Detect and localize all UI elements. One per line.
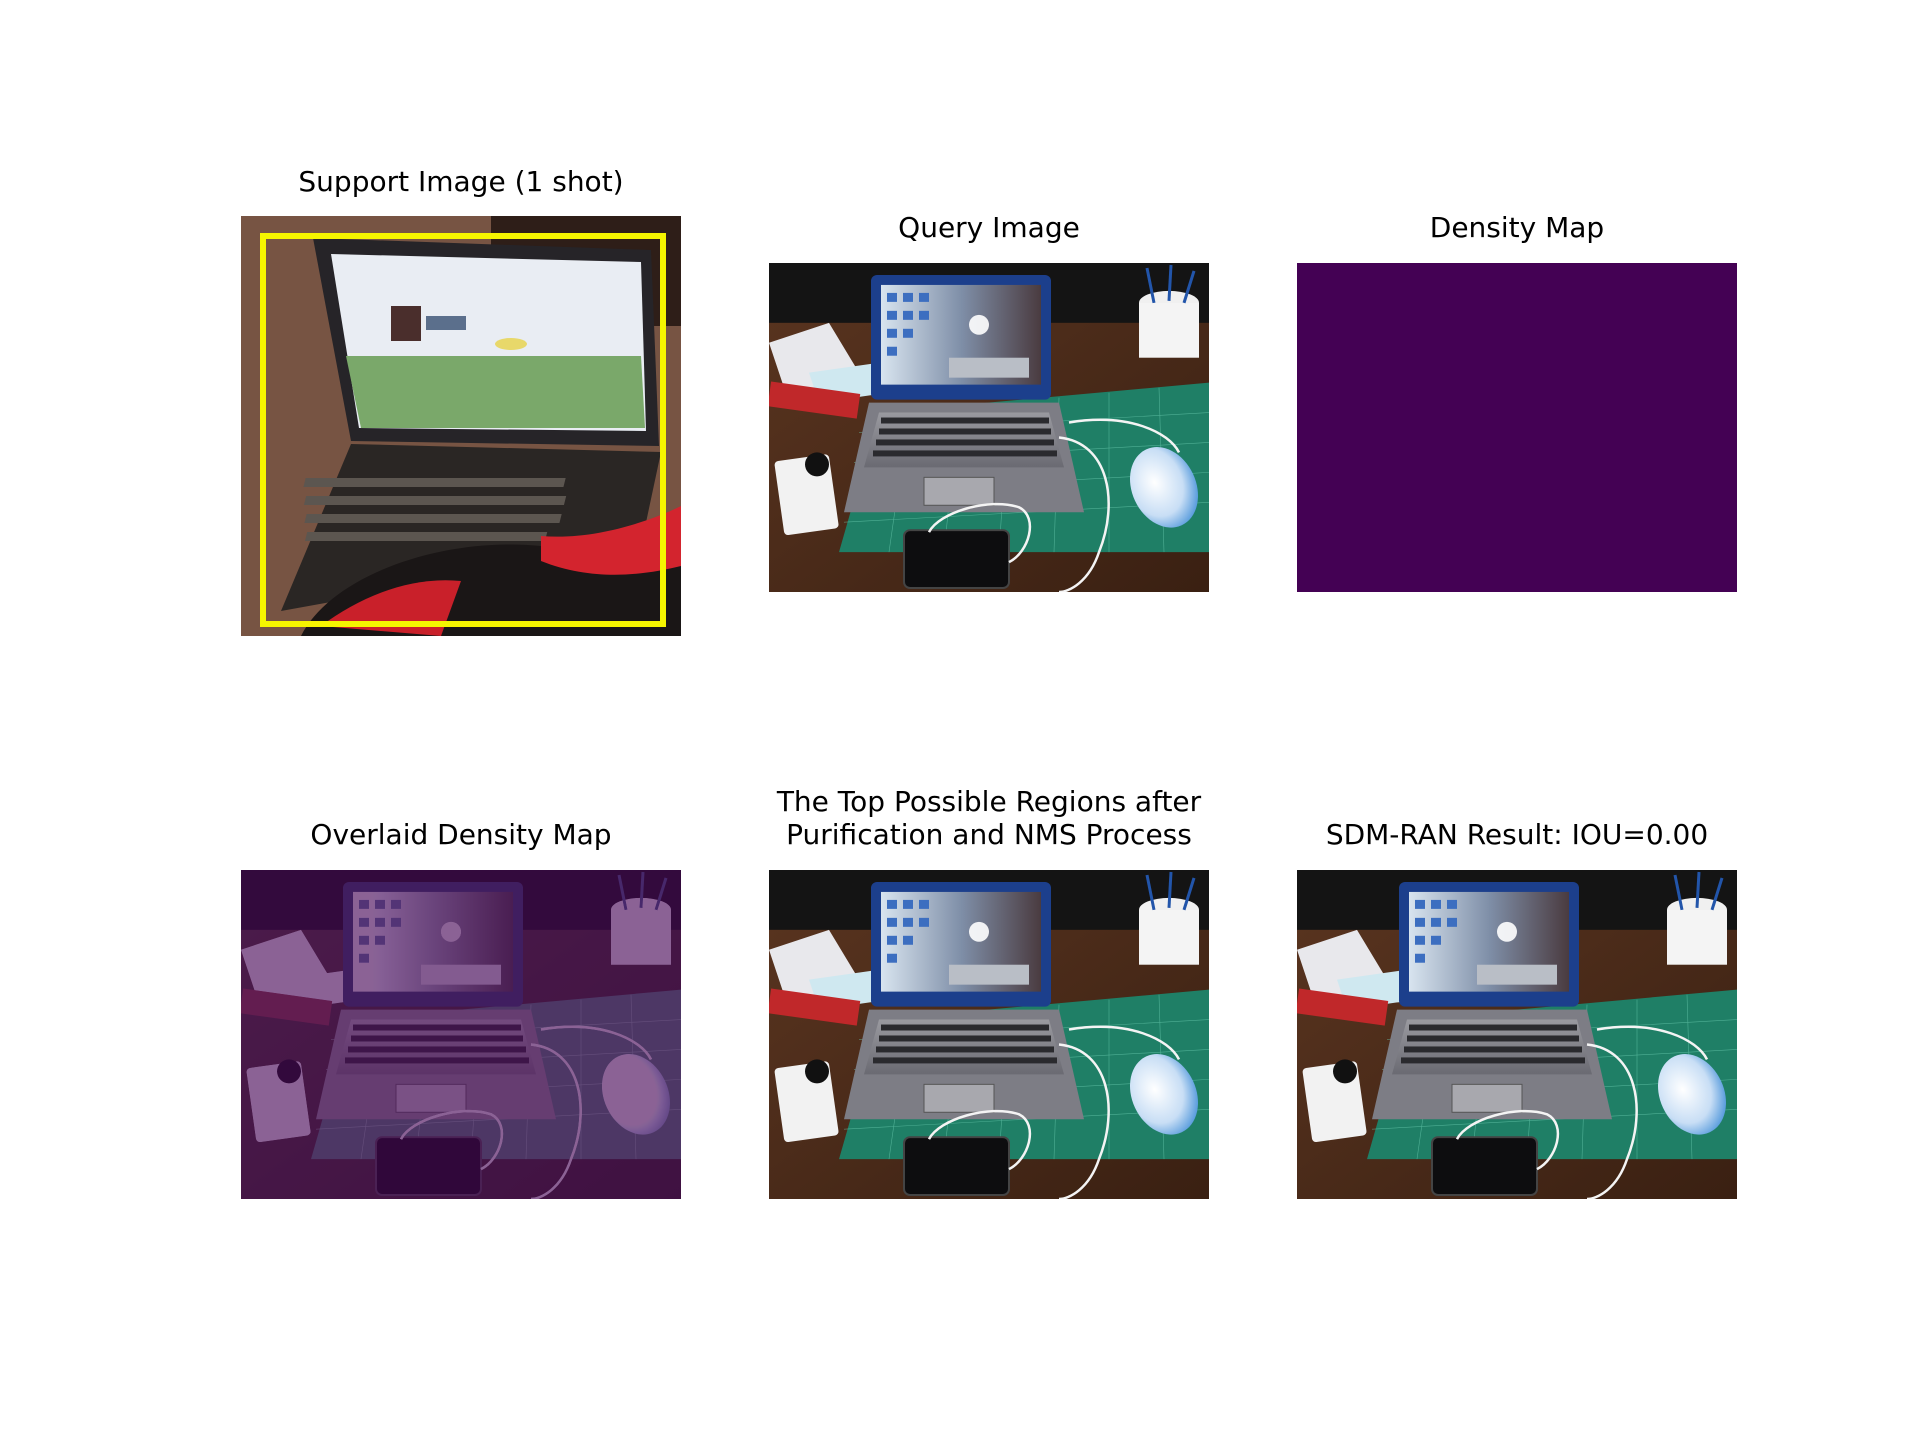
sdm-ran-result-title: SDM-RAN Result: IOU=0.00	[1325, 818, 1709, 851]
regions-desk-photo	[769, 870, 1209, 1199]
support-image-title: Support Image (1 shot)	[298, 165, 624, 198]
top-regions-image	[769, 870, 1209, 1199]
overlaid-density-map-title: Overlaid Density Map	[310, 818, 612, 851]
support-image	[241, 216, 681, 636]
density-map-title: Density Map	[1429, 211, 1605, 244]
top-regions-title: The Top Possible Regions after Purificat…	[776, 785, 1202, 851]
overlaid-desk-photo	[241, 870, 681, 1199]
support-laptop-photo	[241, 216, 681, 636]
sdm-ran-result-image	[1297, 870, 1737, 1199]
overlaid-density-map	[241, 870, 681, 1199]
density-map	[1297, 263, 1737, 592]
result-desk-photo	[1297, 870, 1737, 1199]
query-desk-photo	[769, 263, 1209, 592]
query-image	[769, 263, 1209, 592]
query-image-title: Query Image	[898, 211, 1080, 244]
